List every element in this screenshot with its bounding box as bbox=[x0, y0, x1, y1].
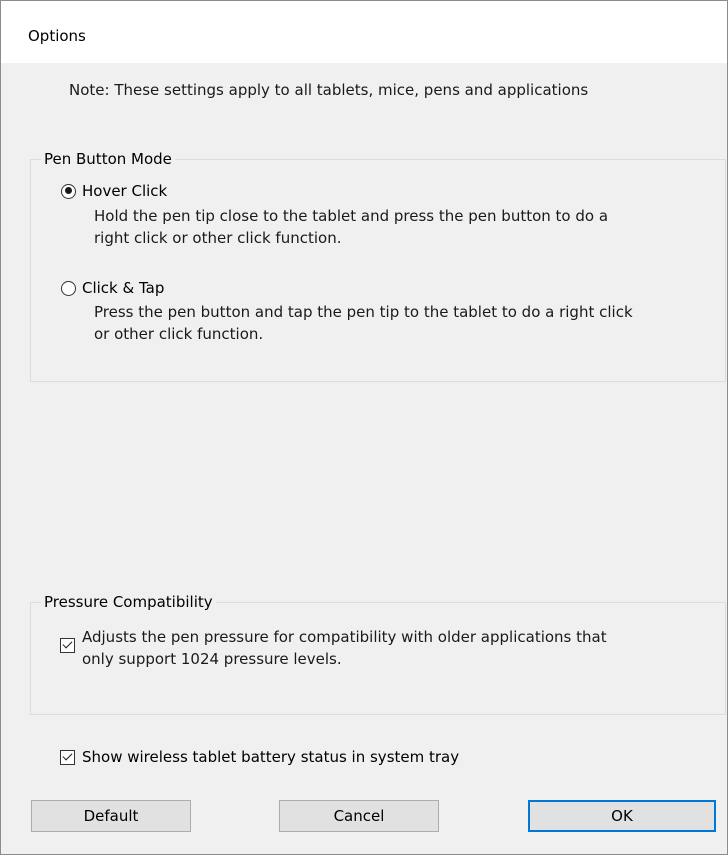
battery-status-label: Show wireless tablet battery status in s… bbox=[82, 748, 460, 766]
hover-click-radio-option[interactable]: Hover Click bbox=[61, 182, 167, 200]
battery-status-checkbox-option[interactable]: Show wireless tablet battery status in s… bbox=[60, 748, 459, 766]
settings-note: Note: These settings apply to all tablet… bbox=[69, 81, 589, 99]
pressure-compatibility-checkbox-option[interactable]: Adjusts the pen pressure for compatibili… bbox=[60, 626, 607, 670]
options-dialog: Options Note: These settings apply to al… bbox=[0, 0, 728, 855]
hover-click-description: Hold the pen tip close to the tablet and… bbox=[94, 207, 609, 247]
pressure-compatibility-legend: Pressure Compatibility bbox=[41, 593, 216, 611]
title-bar: Options bbox=[1, 1, 727, 63]
pressure-compatibility-checkbox[interactable] bbox=[60, 638, 75, 653]
pen-button-mode-legend: Pen Button Mode bbox=[41, 150, 175, 168]
ok-button[interactable]: OK bbox=[528, 800, 716, 832]
battery-status-checkbox[interactable] bbox=[60, 750, 75, 765]
click-tap-radio-option[interactable]: Click & Tap bbox=[61, 279, 164, 297]
window-title: Options bbox=[28, 27, 86, 45]
click-tap-label: Click & Tap bbox=[82, 279, 165, 297]
hover-click-radio[interactable] bbox=[61, 183, 76, 199]
hover-click-label: Hover Click bbox=[82, 182, 168, 200]
click-tap-description: Press the pen button and tap the pen tip… bbox=[94, 303, 633, 343]
click-tap-radio[interactable] bbox=[61, 280, 76, 296]
default-button[interactable]: Default bbox=[31, 800, 191, 832]
pressure-compatibility-label: Adjusts the pen pressure for compatibili… bbox=[82, 628, 607, 668]
cancel-button[interactable]: Cancel bbox=[279, 800, 439, 832]
